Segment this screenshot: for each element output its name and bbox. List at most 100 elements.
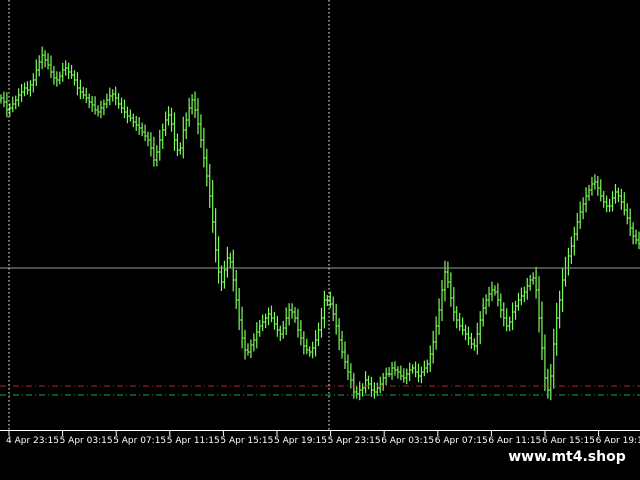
ohlc-bar — [148, 132, 153, 157]
time-tick-label: 5 Apr 07:15 — [113, 436, 166, 446]
ohlc-bars — [0, 46, 640, 401]
ohlc-bar — [269, 305, 274, 323]
time-tick-label: 5 Apr 03:15 — [60, 436, 113, 446]
time-tick-label: 5 Apr 19:15 — [274, 436, 327, 446]
ohlc-bar — [195, 98, 200, 135]
ohlc-bar — [119, 97, 124, 114]
ohlc-bar — [222, 260, 227, 289]
ohlc-bar — [407, 362, 412, 382]
ohlc-bar — [463, 324, 468, 341]
ohlc-bar — [254, 322, 259, 349]
ohlc-bar — [404, 368, 409, 385]
ohlc-bar — [301, 331, 306, 355]
ohlc-bar — [160, 123, 165, 149]
ohlc-bar — [534, 266, 539, 299]
ohlc-bar — [413, 361, 418, 378]
ohlc-bar — [345, 354, 350, 380]
ohlc-bar — [557, 290, 562, 329]
ohlc-bar — [25, 81, 30, 95]
ohlc-bar — [128, 109, 133, 122]
ohlc-bar — [307, 346, 312, 357]
ohlc-bar — [46, 53, 51, 70]
ohlc-bar — [419, 366, 424, 384]
ohlc-bar — [487, 286, 492, 307]
ohlc-bar — [260, 314, 265, 332]
ohlc-bar — [281, 320, 286, 339]
ohlc-bar — [207, 164, 212, 208]
ohlc-bar — [54, 71, 59, 87]
ohlc-bar — [278, 325, 283, 342]
chart-canvas: 4 Apr 23:15 5 Apr 03:15 5 Apr 07:15 5 Apr 1… — [0, 0, 640, 446]
ohlc-bar — [542, 334, 547, 391]
ohlc-bar — [93, 96, 98, 115]
ohlc-bar — [240, 306, 245, 349]
ohlc-bar — [243, 329, 248, 360]
ohlc-bar — [560, 268, 565, 312]
ohlc-bar — [539, 301, 544, 360]
ohlc-bar — [381, 372, 386, 391]
ohlc-bar — [169, 107, 174, 132]
ohlc-bar — [378, 376, 383, 394]
time-tick-label: 6 Apr 07:15 — [435, 436, 488, 446]
ohlc-bar — [293, 306, 298, 323]
ohlc-bar — [151, 136, 156, 167]
ohlc-bar — [163, 111, 168, 136]
ohlc-bar — [101, 99, 106, 116]
ohlc-bar — [445, 261, 450, 288]
ohlc-bar — [478, 311, 483, 345]
ohlc-bar — [157, 129, 162, 161]
ohlc-bar — [60, 62, 65, 82]
ohlc-bar — [319, 307, 324, 338]
ohlc-bar — [525, 277, 530, 300]
ohlc-bar — [204, 148, 209, 187]
ohlc-bar — [466, 326, 471, 346]
ohlc-bar — [248, 339, 253, 359]
ohlc-bar — [104, 93, 109, 109]
ohlc-bar — [298, 320, 303, 346]
ohlc-bar — [613, 183, 618, 204]
ohlc-bar — [96, 105, 101, 117]
ohlc-bar — [598, 179, 603, 202]
price-chart[interactable]: 4 Apr 23:15 5 Apr 03:15 5 Apr 07:15 5 Apr 1… — [0, 0, 640, 480]
ohlc-bar — [322, 290, 327, 329]
ohlc-bar — [448, 272, 453, 307]
ohlc-bar — [0, 94, 3, 104]
ohlc-bar — [328, 291, 333, 309]
ohlc-bar — [266, 307, 271, 326]
ohlc-bar — [234, 270, 239, 309]
ohlc-bar — [72, 70, 77, 86]
ohlc-bar — [137, 116, 142, 135]
ohlc-bar — [401, 368, 406, 383]
ohlc-bar — [495, 283, 500, 307]
ohlc-bar — [628, 208, 633, 236]
ohlc-bar — [437, 298, 442, 335]
ohlc-bar — [357, 381, 362, 401]
ohlc-bar — [634, 229, 639, 245]
ohlc-bar — [513, 300, 518, 320]
ohlc-bar — [428, 345, 433, 372]
ohlc-bar — [572, 226, 577, 256]
ohlc-bar — [575, 212, 580, 241]
ohlc-bar — [143, 124, 148, 142]
ohlc-bar — [563, 256, 568, 287]
ohlc-bar — [284, 307, 289, 335]
ohlc-bar — [522, 286, 527, 303]
ohlc-bar — [566, 247, 571, 276]
ohlc-bar — [578, 201, 583, 229]
ohlc-bar — [610, 191, 615, 212]
ohlc-bar — [416, 363, 421, 383]
ohlc-bar — [237, 288, 242, 330]
ohlc-bar — [134, 115, 139, 131]
ohlc-bar — [19, 83, 24, 102]
ohlc-bar — [40, 46, 45, 70]
ohlc-bar — [228, 252, 233, 269]
ohlc-bar — [475, 322, 480, 355]
ohlc-bar — [375, 382, 380, 397]
ohlc-bar — [545, 368, 550, 399]
ohlc-bar — [363, 371, 368, 394]
ohlc-bar — [348, 363, 353, 389]
ohlc-bar — [110, 89, 115, 102]
ohlc-bar — [460, 317, 465, 336]
ohlc-bar — [78, 79, 83, 100]
ohlc-bar — [290, 303, 295, 319]
